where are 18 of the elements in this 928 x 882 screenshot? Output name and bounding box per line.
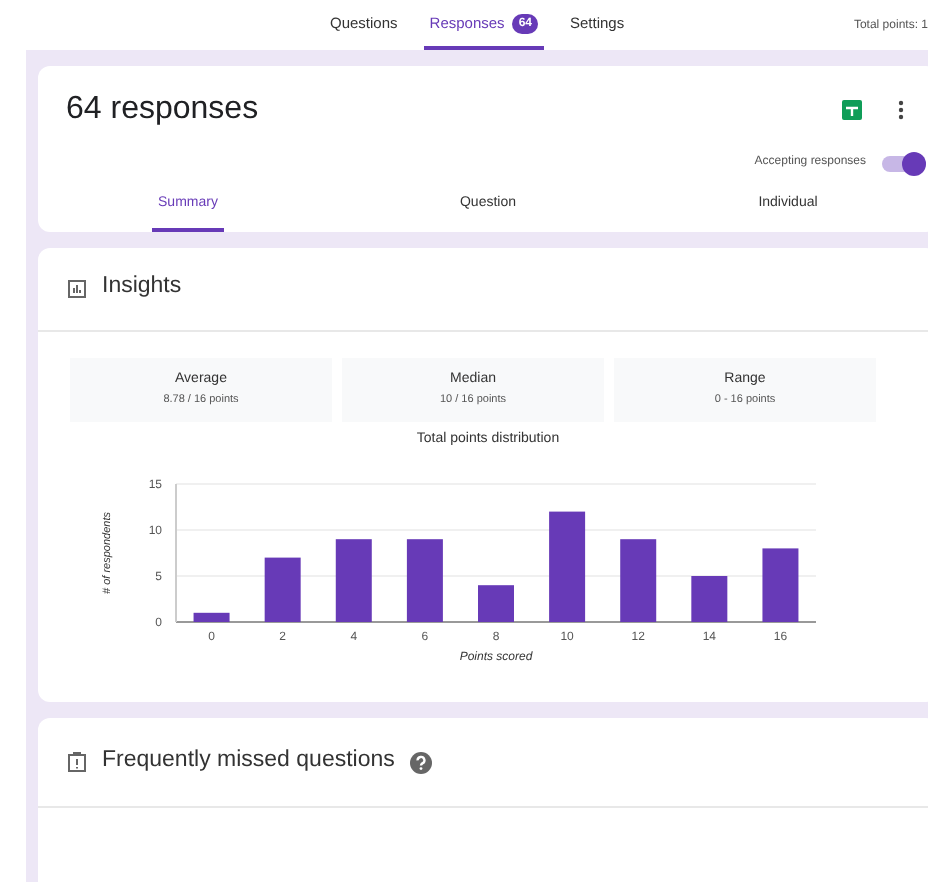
more-icon[interactable] (898, 100, 904, 120)
bar (264, 557, 301, 622)
bar (549, 511, 586, 622)
missed-title: Frequently missed questions (102, 746, 395, 777)
responses-title: 64 responses (66, 90, 259, 130)
bar (406, 539, 443, 622)
help-icon[interactable] (410, 751, 433, 773)
accepting-toggle[interactable] (882, 155, 926, 171)
insights-title: Insights (102, 272, 182, 303)
bar (691, 576, 728, 622)
alert-icon (68, 752, 86, 772)
bar (620, 539, 657, 622)
bar (762, 548, 799, 622)
bar (335, 539, 372, 622)
chart-icon (68, 279, 86, 297)
bar (478, 585, 514, 622)
bar (193, 612, 230, 622)
spreadsheet-icon[interactable] (842, 100, 862, 120)
